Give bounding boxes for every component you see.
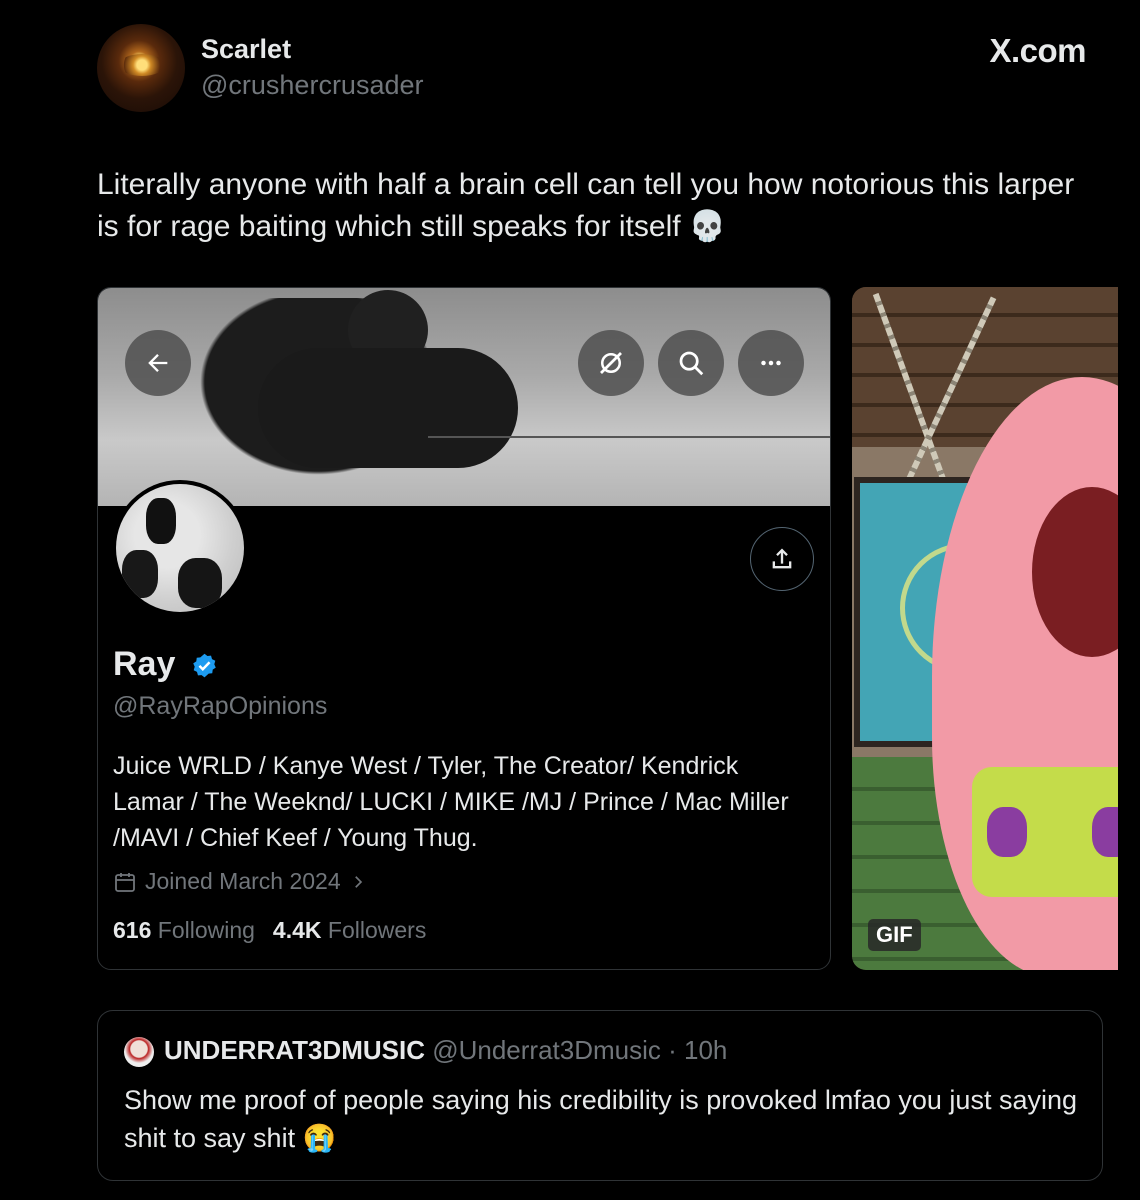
follow-stats: 616 Following 4.4K Followers [113,917,426,944]
author-avatar[interactable] [97,24,185,112]
grok-icon [600,352,622,374]
quoted-author-handle-time: @Underrat3Dmusic · 10h [432,1035,728,1065]
x-watermark: X.com [989,32,1086,69]
joined-date-row[interactable]: Joined March 2024 [113,868,367,895]
tweet-text: Literally anyone with half a brain cell … [97,168,1075,243]
followers-label: Followers [327,917,427,943]
profile-bio: Juice WRLD / Kanye West / Tyler, The Cre… [113,752,789,852]
followers-stat[interactable]: 4.4K Followers [273,917,426,944]
calendar-icon [115,872,135,892]
author-handle[interactable]: @crushercrusader [201,70,424,101]
gif-media[interactable]: GIF [852,287,1118,970]
quoted-tweet[interactable]: UNDERRAT3DMUSIC @Underrat3Dmusic · 10h S… [97,1010,1103,1181]
profile-banner [98,288,830,506]
more-button[interactable] [738,330,804,396]
quoted-author-avatar [124,1037,154,1067]
profile-screenshot-card[interactable]: Ray @RayRapOpinions Juice WRLD / Kanye W… [97,287,831,970]
followers-count: 4.4K [272,917,322,943]
profile-name: Ray [113,645,176,683]
back-button[interactable] [125,330,191,396]
back-arrow-icon [148,354,168,372]
author-display-name[interactable]: Scarlet [201,34,291,65]
following-count: 616 [113,917,152,943]
verified-badge-icon [193,653,216,678]
profile-avatar[interactable] [112,480,248,616]
chevron-right-icon [354,875,362,888]
search-button[interactable] [658,330,724,396]
quoted-tweet-text: Show me proof of people saying his credi… [124,1085,1077,1153]
following-stat[interactable]: 616 Following [113,917,255,944]
quoted-author-name: UNDERRAT3DMUSIC [164,1035,425,1065]
gif-badge: GIF [868,919,921,951]
share-button[interactable] [750,527,814,591]
quoted-tweet-header: UNDERRAT3DMUSIC @Underrat3Dmusic · 10h [164,1035,727,1066]
search-icon [679,351,704,376]
more-icon [761,360,781,366]
profile-handle: @RayRapOpinions [113,692,328,720]
following-label: Following [157,917,255,943]
joined-date: Joined March 2024 [145,868,341,894]
share-icon [772,548,792,569]
grok-button[interactable] [578,330,644,396]
